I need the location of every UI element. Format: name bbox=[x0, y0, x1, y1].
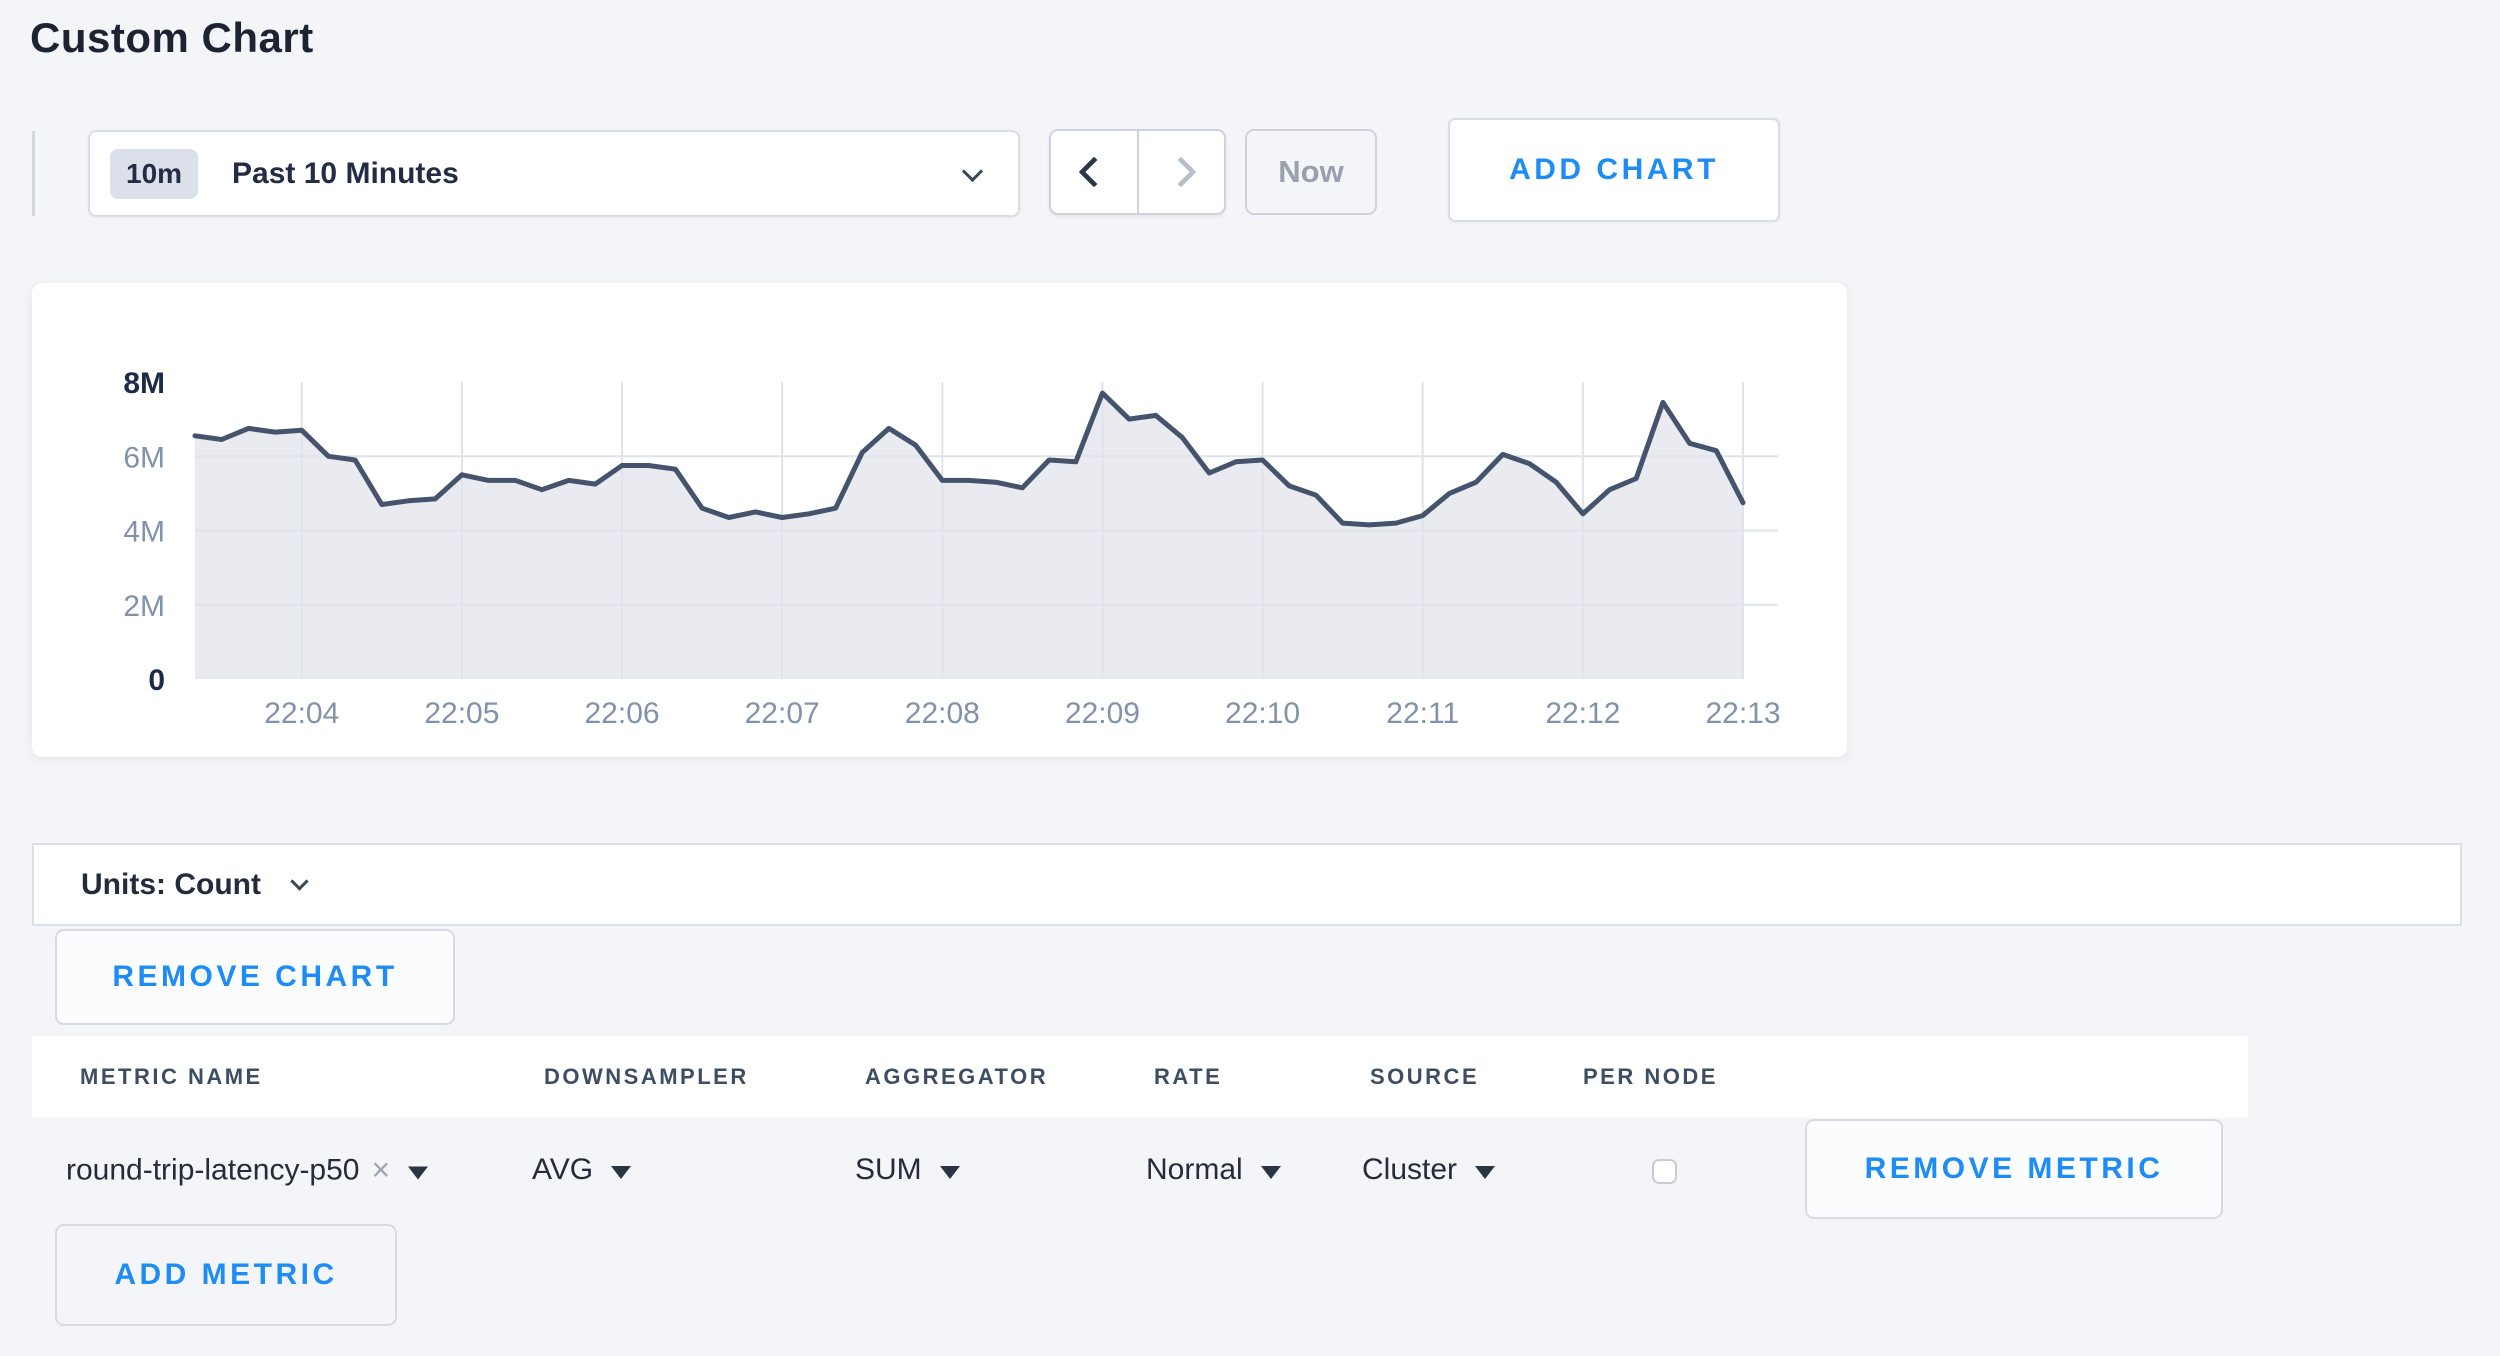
chevron-left-icon bbox=[1078, 156, 1109, 187]
svg-text:22:09: 22:09 bbox=[1065, 697, 1140, 730]
now-button[interactable]: Now bbox=[1245, 129, 1377, 215]
svg-text:6M: 6M bbox=[123, 441, 165, 474]
downsampler-value: AVG bbox=[532, 1153, 593, 1187]
header-aggregator: AGGREGATOR bbox=[865, 1064, 1048, 1090]
now-button-label: Now bbox=[1278, 154, 1343, 190]
dropdown-arrow-icon bbox=[408, 1166, 428, 1179]
svg-text:22:12: 22:12 bbox=[1545, 697, 1620, 730]
svg-text:22:05: 22:05 bbox=[424, 697, 499, 730]
add-chart-label: ADD CHART bbox=[1509, 153, 1719, 187]
svg-text:22:10: 22:10 bbox=[1225, 697, 1300, 730]
time-nav-group bbox=[1049, 129, 1226, 215]
source-select[interactable]: Cluster bbox=[1362, 1153, 1495, 1187]
metric-name-select[interactable]: round-trip-latency-p50 × bbox=[66, 1152, 428, 1189]
add-chart-button[interactable]: ADD CHART bbox=[1448, 118, 1780, 222]
svg-text:22:08: 22:08 bbox=[905, 697, 980, 730]
header-metric-name: METRIC NAME bbox=[80, 1064, 263, 1090]
svg-text:0: 0 bbox=[148, 664, 165, 697]
units-select[interactable]: Units: Count bbox=[32, 843, 2462, 926]
dropdown-arrow-icon bbox=[1261, 1166, 1281, 1179]
svg-text:22:07: 22:07 bbox=[745, 697, 820, 730]
metrics-table-header: METRIC NAME DOWNSAMPLER AGGREGATOR RATE … bbox=[32, 1036, 2248, 1118]
svg-text:8M: 8M bbox=[123, 367, 165, 400]
svg-text:2M: 2M bbox=[123, 590, 165, 623]
custom-chart-page: Custom Chart 10m Past 10 Minutes Now ADD… bbox=[0, 0, 2500, 1356]
dropdown-arrow-icon bbox=[940, 1166, 960, 1179]
rate-value: Normal bbox=[1146, 1153, 1243, 1187]
units-select-label: Units: Count bbox=[81, 868, 261, 902]
clear-metric-x-icon[interactable]: × bbox=[371, 1152, 390, 1189]
header-per-node: PER NODE bbox=[1583, 1064, 1718, 1090]
svg-text:22:04: 22:04 bbox=[264, 697, 339, 730]
add-metric-label: ADD METRIC bbox=[114, 1258, 337, 1292]
per-node-checkbox[interactable] bbox=[1652, 1159, 1677, 1184]
svg-text:22:13: 22:13 bbox=[1705, 697, 1780, 730]
header-rate: RATE bbox=[1154, 1064, 1222, 1090]
chevron-right-icon bbox=[1166, 156, 1197, 187]
source-value: Cluster bbox=[1362, 1153, 1457, 1187]
toolbar-left-rule bbox=[32, 131, 35, 216]
aggregator-value: SUM bbox=[855, 1153, 922, 1187]
page-title: Custom Chart bbox=[30, 14, 314, 62]
chevron-down-icon bbox=[290, 872, 308, 890]
dropdown-arrow-icon bbox=[611, 1166, 631, 1179]
aggregator-select[interactable]: SUM bbox=[855, 1153, 960, 1187]
time-range-badge: 10m bbox=[110, 149, 198, 199]
prev-time-button[interactable] bbox=[1051, 131, 1137, 213]
time-range-select[interactable]: 10m Past 10 Minutes bbox=[88, 130, 1020, 217]
chart-card: 8M 6M 4M 2M 0 22:04 22:05 22:06 22:07 22:08 22:09 2… bbox=[32, 283, 1847, 757]
remove-chart-label: REMOVE CHART bbox=[112, 960, 397, 994]
metric-area-chart: 8M 6M 4M 2M 0 22:04 22:05 22:06 22:07 22:08 22:09 2… bbox=[32, 283, 1847, 757]
svg-text:22:11: 22:11 bbox=[1386, 697, 1459, 730]
header-downsampler: DOWNSAMPLER bbox=[544, 1064, 749, 1090]
downsampler-select[interactable]: AVG bbox=[532, 1153, 631, 1187]
rate-select[interactable]: Normal bbox=[1146, 1153, 1281, 1187]
chevron-down-icon bbox=[962, 161, 983, 182]
remove-metric-label: REMOVE METRIC bbox=[1865, 1152, 2164, 1186]
dropdown-arrow-icon bbox=[1475, 1166, 1495, 1179]
remove-metric-button[interactable]: REMOVE METRIC bbox=[1805, 1119, 2223, 1219]
header-source: SOURCE bbox=[1370, 1064, 1479, 1090]
metric-name-value: round-trip-latency-p50 bbox=[66, 1153, 359, 1187]
next-time-button[interactable] bbox=[1137, 131, 1225, 213]
svg-text:22:06: 22:06 bbox=[584, 697, 659, 730]
time-range-label: Past 10 Minutes bbox=[232, 157, 459, 191]
remove-chart-button[interactable]: REMOVE CHART bbox=[55, 929, 455, 1025]
svg-text:4M: 4M bbox=[123, 516, 165, 549]
add-metric-button[interactable]: ADD METRIC bbox=[55, 1224, 397, 1326]
